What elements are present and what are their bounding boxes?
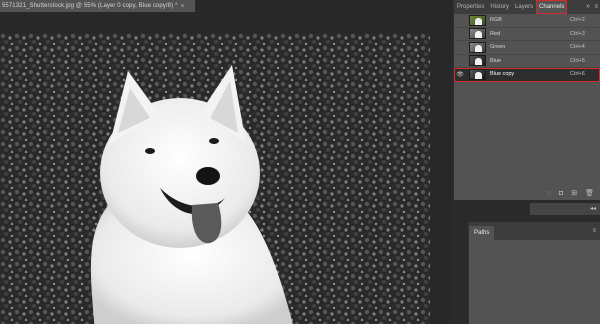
image-canvas[interactable] bbox=[0, 33, 430, 324]
tab-properties[interactable]: Properties bbox=[454, 0, 487, 14]
channel-thumbnail bbox=[469, 14, 486, 26]
channel-thumbnail bbox=[469, 55, 486, 67]
channel-shortcut: Ctrl+4 bbox=[570, 44, 585, 51]
panel-menu-icon[interactable]: ≡ bbox=[594, 0, 598, 14]
channel-thumbnail bbox=[469, 41, 486, 53]
paths-menu-icon[interactable]: ≡ bbox=[592, 224, 596, 238]
channel-name: Blue bbox=[490, 57, 502, 64]
new-channel-icon[interactable]: ⊞ bbox=[571, 189, 577, 197]
load-selection-icon[interactable]: ◌ bbox=[547, 190, 551, 197]
tab-paths[interactable]: Paths bbox=[469, 226, 495, 240]
delete-channel-icon[interactable]: 🗑 bbox=[585, 189, 594, 197]
channel-row-blue-copy[interactable]: 👁 Blue copy Ctrl+6 bbox=[454, 68, 600, 82]
dog-image bbox=[0, 33, 430, 324]
tab-history[interactable]: History bbox=[487, 0, 512, 14]
channel-row-blue[interactable]: 👁 Blue Ctrl+5 bbox=[454, 55, 600, 68]
channels-panel: Properties History Layers Channels » ≡ 👁… bbox=[453, 0, 600, 200]
visibility-eye-icon[interactable]: 👁 bbox=[454, 30, 466, 37]
tab-channels[interactable]: Channels bbox=[536, 0, 568, 14]
document-tab-title: 5571321_Shutterstock.jpg @ 55% (Layer 0 … bbox=[2, 3, 178, 9]
channel-name: Blue copy bbox=[490, 71, 515, 78]
channel-row-rgb[interactable]: 👁 RGB Ctrl+2 bbox=[454, 14, 600, 28]
close-icon[interactable]: × bbox=[180, 3, 184, 10]
channel-shortcut: Ctrl+3 bbox=[570, 30, 585, 37]
visibility-eye-icon[interactable]: 👁 bbox=[454, 17, 466, 24]
paths-tab-bar: Paths ≡ bbox=[469, 222, 600, 240]
save-selection-icon[interactable]: ◘ bbox=[559, 190, 563, 197]
channel-name: Green bbox=[490, 44, 506, 51]
tab-layers[interactable]: Layers bbox=[512, 0, 536, 14]
channel-thumbnail bbox=[469, 28, 486, 40]
channel-shortcut: Ctrl+5 bbox=[570, 57, 585, 64]
channel-thumbnail bbox=[469, 68, 486, 80]
collapse-arrows-icon[interactable]: ◂◂ bbox=[590, 203, 596, 215]
channel-row-red[interactable]: 👁 Red Ctrl+3 bbox=[454, 28, 600, 41]
channels-footer: ◌ ◘ ⊞ 🗑 bbox=[454, 186, 600, 200]
dock-mini-bar: ◂◂ bbox=[529, 203, 600, 215]
channel-name: RGB bbox=[490, 17, 502, 24]
visibility-eye-icon[interactable]: 👁 bbox=[454, 71, 466, 78]
channel-list: 👁 RGB Ctrl+2 👁 Red Ctrl+3 👁 Green Ctrl+4… bbox=[454, 14, 600, 82]
visibility-eye-icon[interactable]: 👁 bbox=[454, 57, 466, 64]
channel-row-green[interactable]: 👁 Green Ctrl+4 bbox=[454, 41, 600, 55]
panel-tab-bar: Properties History Layers Channels » ≡ bbox=[454, 0, 600, 14]
channel-name: Red bbox=[490, 30, 501, 37]
collapse-panels-icon[interactable]: » bbox=[586, 0, 590, 14]
channel-shortcut: Ctrl+6 bbox=[570, 71, 585, 78]
visibility-eye-icon[interactable]: 👁 bbox=[454, 44, 466, 51]
channel-shortcut: Ctrl+2 bbox=[570, 17, 585, 24]
paths-panel: Paths ≡ bbox=[468, 222, 600, 324]
canvas-area bbox=[0, 12, 452, 324]
document-tab[interactable]: 5571321_Shutterstock.jpg @ 55% (Layer 0 … bbox=[0, 0, 196, 12]
